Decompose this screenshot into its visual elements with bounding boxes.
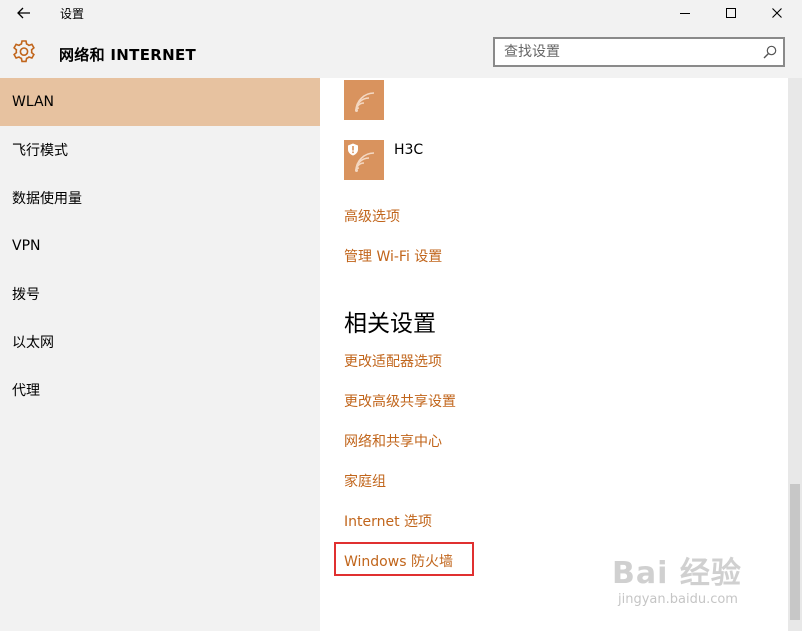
sidebar-item-label: VPN <box>12 238 41 254</box>
close-icon <box>772 8 782 18</box>
sidebar-item-wlan[interactable]: WLAN <box>0 78 320 126</box>
title-bar: 设置 <box>0 0 802 26</box>
scrollbar[interactable] <box>788 78 802 631</box>
gear-icon <box>13 40 35 63</box>
window-title: 设置 <box>60 7 85 21</box>
sidebar-item-proxy[interactable]: 代理 <box>0 366 320 414</box>
watermark-url: jingyan.baidu.com <box>618 592 738 607</box>
search-box[interactable] <box>493 37 785 67</box>
sidebar-item-label: 数据使用量 <box>12 191 82 207</box>
sidebar-item-label: 以太网 <box>12 335 54 351</box>
sidebar-item-dial-up[interactable]: 拨号 <box>0 270 320 318</box>
minimize-button[interactable] <box>662 0 708 26</box>
wifi-signal-icon <box>355 92 375 112</box>
back-button[interactable] <box>10 2 38 24</box>
sidebar-item-vpn[interactable]: VPN <box>0 222 320 270</box>
watermark-logo: Bai 经验 <box>612 556 742 591</box>
header: 网络和 INTERNET <box>0 26 802 78</box>
advanced-options-link[interactable]: 高级选项 <box>344 206 400 226</box>
close-button[interactable] <box>754 0 800 26</box>
sidebar-item-data-usage[interactable]: 数据使用量 <box>0 174 320 222</box>
sidebar-item-label: WLAN <box>12 94 55 110</box>
network-sharing-center-link[interactable]: 网络和共享中心 <box>344 431 442 451</box>
sidebar-item-label: 拨号 <box>12 287 40 303</box>
internet-options-link[interactable]: Internet 选项 <box>344 511 432 531</box>
scrollbar-thumb[interactable] <box>790 484 800 620</box>
network-tile[interactable] <box>344 140 384 180</box>
sidebar-item-label: 飞行模式 <box>12 143 68 159</box>
windows-firewall-link[interactable]: Windows 防火墙 <box>344 551 453 571</box>
network-tile[interactable] <box>344 80 384 120</box>
sidebar-item-ethernet[interactable]: 以太网 <box>0 318 320 366</box>
security-shield-icon <box>348 143 358 156</box>
change-advanced-sharing-link[interactable]: 更改高级共享设置 <box>344 391 456 411</box>
search-input[interactable] <box>495 39 757 65</box>
sidebar-item-airplane-mode[interactable]: 飞行模式 <box>0 126 320 174</box>
manage-wifi-settings-link[interactable]: 管理 Wi-Fi 设置 <box>344 246 442 266</box>
maximize-button[interactable] <box>708 0 754 26</box>
page-title: 网络和 INTERNET <box>59 46 197 64</box>
related-settings-heading: 相关设置 <box>344 311 436 337</box>
minimize-icon <box>680 13 690 14</box>
search-icon[interactable] <box>762 44 778 60</box>
change-adapter-options-link[interactable]: 更改适配器选项 <box>344 351 442 371</box>
maximize-icon <box>726 8 736 18</box>
sidebar-item-label: 代理 <box>12 383 40 399</box>
homegroup-link[interactable]: 家庭组 <box>344 471 386 491</box>
network-name: H3C <box>394 142 424 158</box>
sidebar: WLAN 飞行模式 数据使用量 VPN 拨号 以太网 代理 <box>0 26 320 631</box>
arrow-left-icon <box>17 7 30 19</box>
